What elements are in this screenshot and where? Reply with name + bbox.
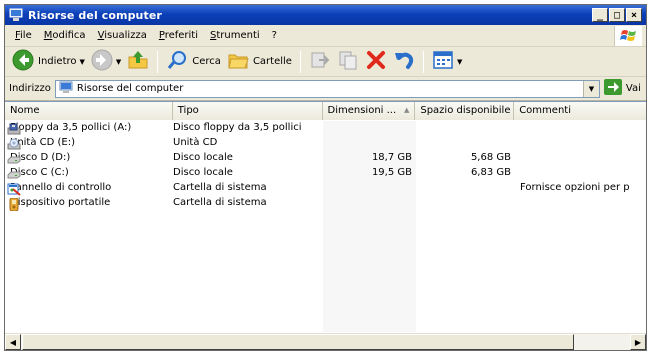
file-list[interactable]: Nome Tipo Dimensioni ... ▲ Spazio disponi… — [5, 101, 646, 350]
address-bar: Indirizzo Risorse del computer ▼ Vai — [5, 77, 646, 101]
views-icon — [432, 49, 454, 74]
close-button[interactable]: × — [626, 8, 642, 22]
search-label: Cerca — [192, 56, 221, 67]
item-type: Unità CD — [173, 137, 218, 148]
item-free-space: 5,68 GB — [470, 152, 511, 163]
back-label: Indietro — [38, 56, 77, 67]
delete-button[interactable] — [362, 49, 390, 75]
search-icon — [166, 49, 188, 74]
column-header-name[interactable]: Nome — [5, 102, 173, 120]
list-item[interactable]: Floppy da 3,5 pollici (A:) Disco floppy … — [5, 121, 646, 136]
list-item[interactable]: Unità CD (E:) Unità CD — [5, 136, 646, 151]
toolbar-separator — [157, 50, 159, 73]
item-type: Cartella di sistema — [173, 182, 267, 193]
horizontal-scrollbar[interactable]: ◀ ▶ — [5, 333, 646, 350]
my-computer-icon — [9, 8, 23, 22]
move-to-icon — [309, 49, 331, 74]
windows-logo-icon — [614, 26, 642, 46]
copy-to-icon — [337, 49, 359, 74]
hard-disk-icon — [7, 153, 21, 166]
explorer-window: Risorse del computer _ □ × File Modifica… — [4, 4, 647, 351]
hard-disk-icon — [7, 168, 21, 181]
cd-drive-icon — [7, 138, 21, 151]
menu-help[interactable]: ? — [266, 30, 283, 41]
item-type: Disco locale — [173, 152, 233, 163]
column-header-free-space[interactable]: Spazio disponibile — [415, 102, 515, 120]
item-type: Disco floppy da 3,5 pollici — [173, 122, 302, 133]
list-item[interactable]: Disco C (C:) Disco locale 19,5 GB 6,83 G… — [5, 166, 646, 181]
forward-arrow-icon — [91, 49, 113, 74]
undo-button[interactable] — [390, 49, 418, 75]
scroll-right-button[interactable]: ▶ — [630, 334, 646, 350]
item-type: Disco locale — [173, 167, 233, 178]
forward-button[interactable]: ▼ — [88, 49, 124, 75]
forward-dropdown-icon[interactable]: ▼ — [116, 58, 121, 66]
item-name: Pannello di controllo — [10, 182, 112, 193]
back-button[interactable]: Indietro ▼ — [9, 49, 88, 75]
menu-visualizza[interactable]: Visualizza — [92, 30, 153, 41]
copy-to-button[interactable] — [334, 49, 362, 75]
toolbar: Indietro ▼ ▼ Cerca Cartelle ▼ — [5, 47, 646, 77]
floppy-drive-icon — [7, 123, 21, 136]
scroll-thumb[interactable] — [22, 334, 574, 350]
scroll-left-button[interactable]: ◀ — [5, 334, 21, 350]
rows: Floppy da 3,5 pollici (A:) Disco floppy … — [5, 121, 646, 212]
item-type: Cartella di sistema — [173, 197, 267, 208]
window-title: Risorse del computer — [28, 8, 162, 22]
views-dropdown-icon[interactable]: ▼ — [457, 58, 462, 66]
toolbar-separator — [422, 50, 424, 73]
item-comment: Fornisce opzioni per p — [520, 182, 630, 193]
item-size: 19,5 GB — [371, 167, 412, 178]
column-header-comments[interactable]: Commenti — [514, 102, 646, 120]
menu-preferiti[interactable]: Preferiti — [153, 30, 204, 41]
list-item[interactable]: Disco D (D:) Disco locale 18,7 GB 5,68 G… — [5, 151, 646, 166]
menu-file[interactable]: File — [9, 30, 38, 41]
minimize-button[interactable]: _ — [592, 8, 608, 22]
address-input[interactable]: Risorse del computer ▼ — [54, 79, 600, 98]
menu-bar: File Modifica Visualizza Preferiti Strum… — [5, 25, 646, 47]
undo-icon — [393, 49, 415, 74]
address-label: Indirizzo — [9, 83, 51, 94]
folders-label: Cartelle — [252, 56, 292, 67]
move-to-button[interactable] — [306, 49, 334, 75]
folders-button[interactable]: Cartelle — [224, 49, 295, 75]
go-label: Vai — [625, 83, 641, 94]
portable-device-icon — [7, 197, 21, 212]
go-arrow-icon — [603, 79, 622, 98]
back-dropdown-icon[interactable]: ▼ — [80, 58, 85, 66]
column-headers: Nome Tipo Dimensioni ... ▲ Spazio disponi… — [5, 102, 646, 120]
go-button[interactable]: Vai — [603, 79, 641, 98]
item-free-space: 6,83 GB — [470, 167, 511, 178]
toolbar-separator — [299, 50, 301, 73]
up-folder-button[interactable] — [124, 49, 152, 75]
control-panel-icon — [7, 183, 21, 196]
maximize-button[interactable]: □ — [609, 8, 625, 22]
views-button[interactable]: ▼ — [429, 49, 465, 75]
menu-modifica[interactable]: Modifica — [38, 30, 92, 41]
arrow-right-icon: ▶ — [634, 337, 642, 347]
list-item[interactable]: Dispositivo portatile Cartella di sistem… — [5, 196, 646, 212]
item-name: Dispositivo portatile — [10, 197, 111, 208]
search-button[interactable]: Cerca — [163, 49, 224, 75]
sort-ascending-icon: ▲ — [403, 106, 410, 114]
menu-strumenti[interactable]: Strumenti — [204, 30, 266, 41]
address-dropdown-icon[interactable]: ▼ — [582, 80, 599, 97]
list-item[interactable]: Pannello di controllo Cartella di sistem… — [5, 181, 646, 196]
address-value: Risorse del computer — [76, 83, 184, 94]
item-size: 18,7 GB — [371, 152, 412, 163]
delete-x-icon — [365, 49, 387, 74]
item-name: Floppy da 3,5 pollici (A:) — [10, 122, 132, 133]
my-computer-icon — [59, 81, 73, 97]
title-bar[interactable]: Risorse del computer _ □ × — [5, 5, 646, 25]
up-folder-icon — [127, 49, 149, 74]
column-header-size[interactable]: Dimensioni ... ▲ — [322, 102, 416, 120]
folders-icon — [227, 49, 249, 74]
column-header-type[interactable]: Tipo — [172, 102, 323, 120]
back-arrow-icon — [12, 49, 34, 74]
arrow-left-icon: ◀ — [9, 337, 17, 347]
